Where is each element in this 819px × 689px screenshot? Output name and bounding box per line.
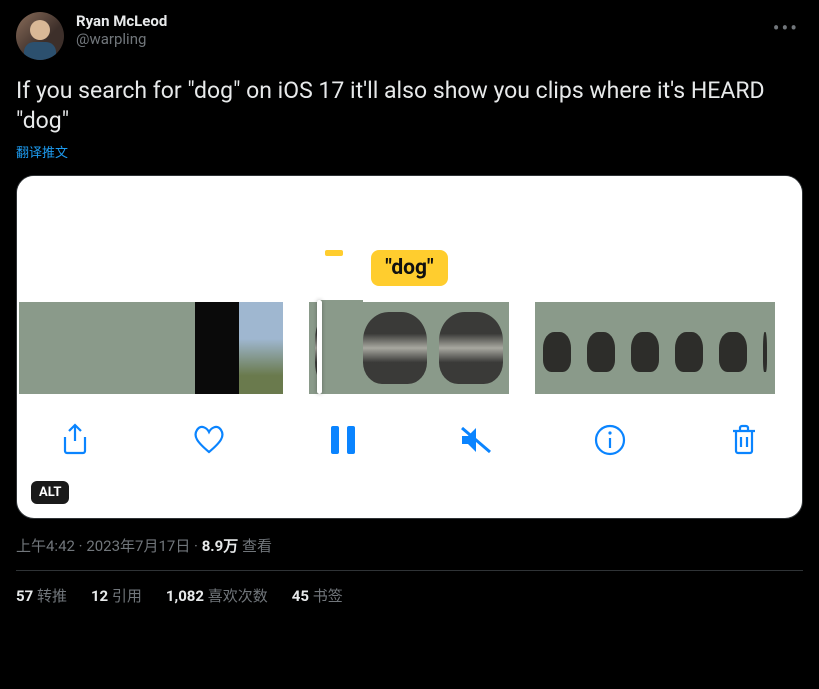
bookmarks-stat[interactable]: 45 书签 — [292, 585, 343, 606]
user-info: Ryan McLeod @warpling — [76, 12, 757, 48]
clip-thumb — [579, 302, 623, 394]
trash-icon — [729, 423, 759, 457]
share-icon — [59, 423, 91, 457]
clip-thumb — [535, 302, 579, 394]
clip-thumb — [357, 302, 433, 394]
mute-icon — [458, 424, 494, 456]
media-attachment[interactable]: "dog" — [16, 175, 803, 519]
trash-button[interactable] — [722, 418, 766, 462]
clip-thumb — [63, 302, 107, 394]
tweet-date[interactable]: 2023年7月17日 — [86, 537, 190, 555]
media-toolbar — [17, 396, 802, 462]
tweet-meta: 上午4:42 · 2023年7月17日 · 8.9万 查看 — [16, 535, 803, 571]
playhead-marker[interactable] — [319, 300, 363, 392]
info-button[interactable] — [588, 418, 632, 462]
tweet-time[interactable]: 上午4:42 — [16, 537, 75, 555]
info-icon — [594, 424, 626, 456]
quotes-stat[interactable]: 12 引用 — [91, 585, 142, 606]
clip-group-1[interactable] — [19, 302, 283, 394]
clip-thumb — [107, 302, 151, 394]
ellipsis-icon: ••• — [773, 16, 799, 40]
tweet-text: If you search for "dog" on iOS 17 it'll … — [16, 76, 803, 136]
alt-text-badge[interactable]: ALT — [31, 481, 69, 504]
views-label: 查看 — [238, 537, 272, 555]
clip-group-2[interactable] — [309, 302, 509, 394]
clip-thumb — [667, 302, 711, 394]
clip-thumb — [711, 302, 755, 394]
clip-thumb — [239, 302, 283, 394]
user-handle[interactable]: @warpling — [76, 30, 757, 48]
search-term-badge: "dog" — [371, 250, 447, 286]
pause-icon — [329, 424, 357, 456]
tweet-stats: 57 转推 12 引用 1,082 喜欢次数 45 书签 — [16, 571, 803, 606]
clip-thumb — [19, 302, 63, 394]
retweets-stat[interactable]: 57 转推 — [16, 585, 67, 606]
video-timeline[interactable] — [17, 300, 802, 396]
mute-button[interactable] — [454, 418, 498, 462]
clip-group-3[interactable] — [535, 302, 775, 394]
clip-thumb — [755, 302, 775, 394]
like-button[interactable] — [187, 418, 231, 462]
clip-thumb — [623, 302, 667, 394]
clip-thumb — [151, 302, 195, 394]
views-count: 8.9万 — [202, 537, 239, 555]
display-name[interactable]: Ryan McLeod — [76, 12, 757, 30]
translate-link[interactable]: 翻译推文 — [16, 142, 68, 161]
likes-stat[interactable]: 1,082 喜欢次数 — [166, 585, 268, 606]
clip-thumb — [433, 302, 509, 394]
heart-icon — [191, 424, 227, 456]
more-options-button[interactable]: ••• — [769, 12, 803, 44]
pause-button[interactable] — [321, 418, 365, 462]
share-button[interactable] — [53, 418, 97, 462]
clip-thumb — [195, 302, 239, 394]
avatar[interactable] — [16, 12, 64, 60]
media-spacer — [17, 176, 802, 250]
